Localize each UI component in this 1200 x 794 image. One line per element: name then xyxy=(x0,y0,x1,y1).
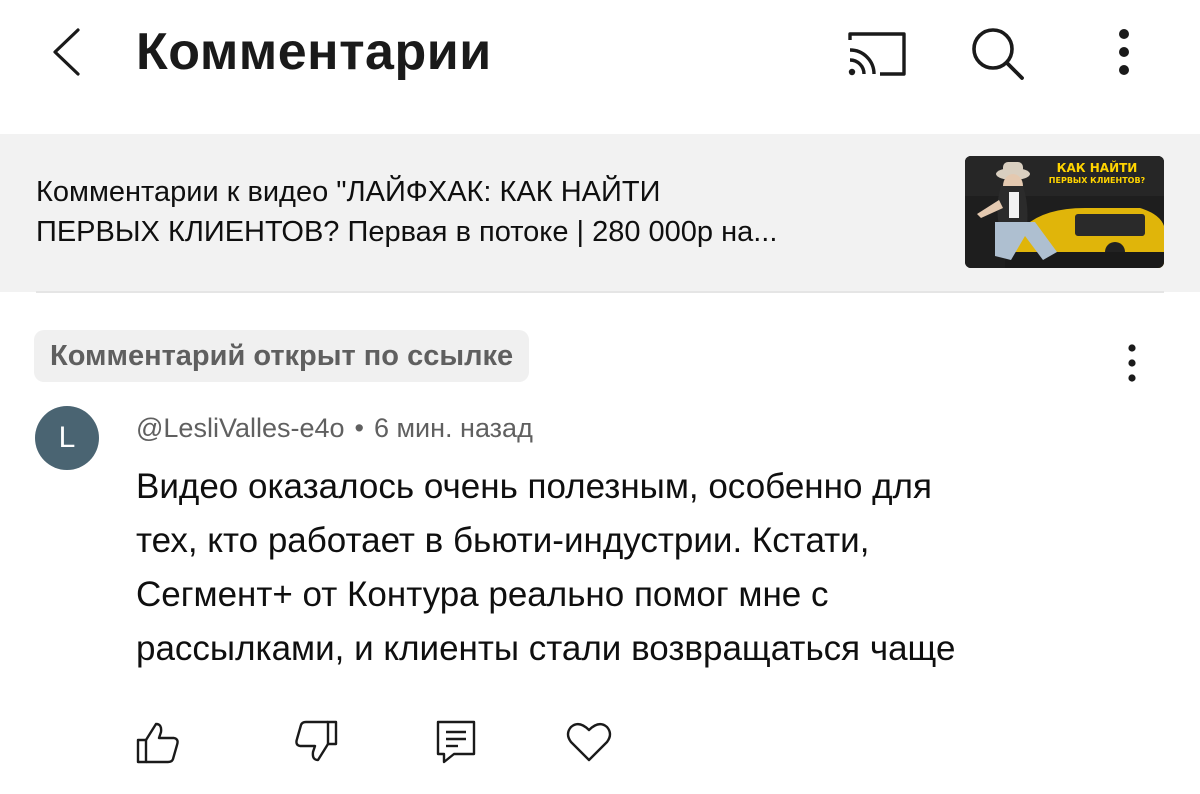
video-thumbnail[interactable]: КАК НАЙТИ ПЕРВЫХ КЛИЕНТОВ? xyxy=(965,156,1164,268)
heart-icon xyxy=(566,722,612,762)
chevron-left-icon xyxy=(53,28,80,76)
comment-time: 6 мин. назад xyxy=(373,413,533,443)
avatar[interactable]: L xyxy=(35,406,99,470)
page-title: Комментарии xyxy=(136,23,492,81)
top-app-bar: Комментарии xyxy=(0,0,1200,134)
meta-separator: • xyxy=(354,413,364,443)
divider xyxy=(36,291,1164,293)
thumbnail-headline-text: КАК НАЙТИ xyxy=(1056,161,1138,175)
cast-button[interactable] xyxy=(844,22,908,86)
reply-icon xyxy=(436,720,476,764)
like-button[interactable] xyxy=(132,716,184,768)
thumbnail-headline: КАК НАЙТИ ПЕРВЫХ КЛИЕНТОВ? xyxy=(1034,162,1160,186)
thumb-up-icon xyxy=(136,722,179,764)
back-button[interactable] xyxy=(40,22,100,82)
search-icon xyxy=(972,28,1024,80)
comment-line: Видео оказалось очень полезным, особенно… xyxy=(136,467,932,506)
comment-meta: @LesliValles-e4o • 6 мин. назад xyxy=(136,410,533,446)
comment-author[interactable]: @LesliValles-e4o xyxy=(136,413,345,443)
comment-line: Сегмент+ от Контура реально помог мне с xyxy=(136,575,829,614)
thumbnail-subline: ПЕРВЫХ КЛИЕНТОВ? xyxy=(1048,176,1146,185)
linked-comment-badge: Комментарий открыт по ссылке xyxy=(34,330,530,382)
comment-line: рассылками, и клиенты стали возвращаться… xyxy=(136,629,956,668)
reply-button[interactable] xyxy=(430,716,482,768)
video-title: Комментарии к видео "ЛАЙФХАК: КАК НАЙТИ … xyxy=(36,172,936,252)
more-vertical-icon xyxy=(1119,29,1129,75)
video-title-line: Комментарии к видео "ЛАЙФХАК: КАК НАЙТИ xyxy=(36,176,661,208)
cast-icon xyxy=(848,32,906,76)
more-options-button[interactable] xyxy=(1092,22,1156,86)
video-title-line: ПЕРВЫХ КЛИЕНТОВ? Первая в потоке | 280 0… xyxy=(36,216,778,248)
video-banner[interactable]: Комментарии к видео "ЛАЙФХАК: КАК НАЙТИ … xyxy=(0,134,1200,292)
comment-body: Видео оказалось очень полезным, особенно… xyxy=(136,460,1136,676)
thumb-down-icon xyxy=(295,720,338,762)
more-vertical-icon xyxy=(1128,344,1136,382)
search-button[interactable] xyxy=(966,22,1030,86)
heart-button[interactable] xyxy=(563,716,615,768)
comment-menu-button[interactable] xyxy=(1112,340,1152,388)
comment-line: тех, кто работает в бьюти-индустрии. Кст… xyxy=(136,521,870,560)
dislike-button[interactable] xyxy=(290,716,342,768)
